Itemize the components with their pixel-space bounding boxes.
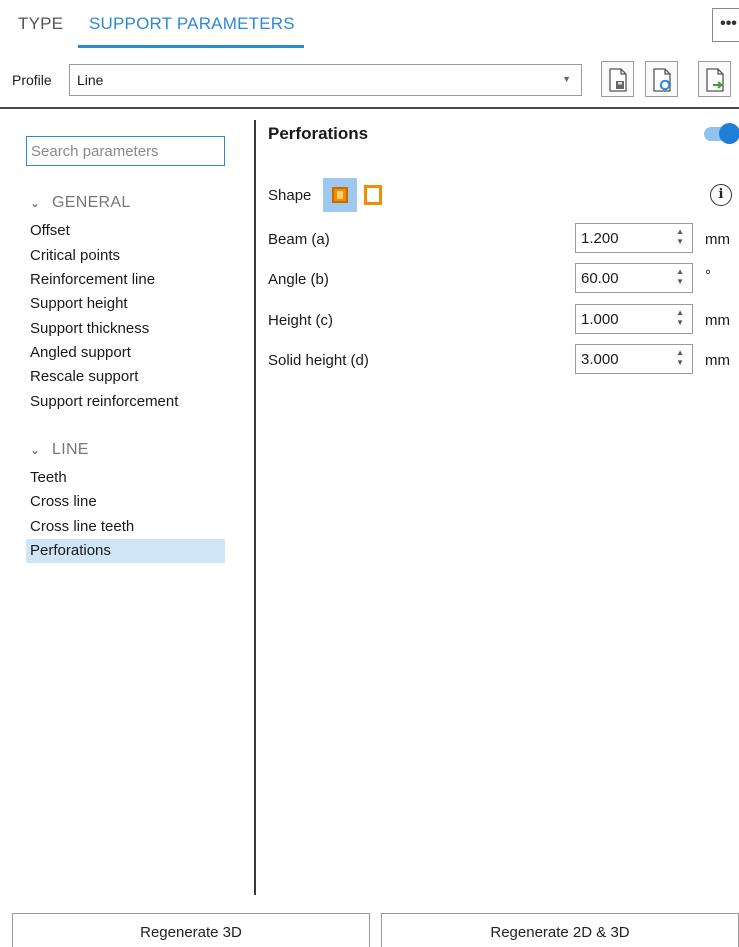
group-title: GENERAL <box>52 194 131 211</box>
param-item-offset[interactable]: Offset <box>26 219 225 243</box>
shape-option-rounded-button[interactable] <box>323 178 357 212</box>
save-profile-button[interactable] <box>601 61 634 97</box>
angle-label: Angle (b) <box>268 271 329 288</box>
beam-stepper[interactable]: 1.200 ▲ ▼ <box>575 223 693 253</box>
height-label: Height (c) <box>268 312 334 329</box>
save-document-icon <box>609 68 627 92</box>
solid-height-stepper[interactable]: 3.000 ▲ ▼ <box>575 344 693 374</box>
perforations-toggle[interactable] <box>704 123 739 144</box>
search-input[interactable] <box>27 137 224 165</box>
height-value: 1.000 <box>581 311 619 328</box>
section-title: Perforations <box>268 124 369 143</box>
angle-unit: ° <box>705 267 711 284</box>
param-item-angled-support[interactable]: Angled support <box>26 341 225 365</box>
param-item-perforations[interactable]: Perforations <box>26 539 225 563</box>
height-unit: mm <box>705 312 730 329</box>
spin-arrows-icon[interactable]: ▲ ▼ <box>676 348 684 368</box>
param-item-cross-line-teeth[interactable]: Cross line teeth <box>26 515 225 539</box>
param-item-cross-line[interactable]: Cross line <box>26 490 225 514</box>
shape-option-rectangle-button[interactable] <box>364 185 382 205</box>
beam-value: 1.200 <box>581 230 619 247</box>
beam-unit: mm <box>705 231 730 248</box>
tab-support-parameters[interactable]: SUPPORT PARAMETERS <box>89 14 295 34</box>
group-header-line[interactable]: ⌄ LINE <box>30 441 89 459</box>
solid-height-label: Solid height (d) <box>268 352 369 369</box>
export-document-icon <box>706 68 724 92</box>
group-title: LINE <box>52 441 89 458</box>
spin-arrows-icon[interactable]: ▲ ▼ <box>676 308 684 328</box>
param-item-support-height[interactable]: Support height <box>26 292 225 316</box>
param-item-support-thickness[interactable]: Support thickness <box>26 317 225 341</box>
param-item-teeth[interactable]: Teeth <box>26 466 225 490</box>
header-divider <box>0 107 739 109</box>
panel-divider <box>254 120 256 895</box>
angle-stepper[interactable]: 60.00 ▲ ▼ <box>575 263 693 293</box>
shape-label: Shape <box>268 187 312 204</box>
active-tab-indicator <box>78 45 304 48</box>
info-icon[interactable]: i <box>710 184 732 206</box>
group-header-general[interactable]: ⌄ GENERAL <box>30 194 131 212</box>
solid-height-unit: mm <box>705 352 730 369</box>
beam-label: Beam (a) <box>268 231 330 248</box>
solid-height-value: 3.000 <box>581 351 619 368</box>
height-stepper[interactable]: 1.000 ▲ ▼ <box>575 304 693 334</box>
export-profile-button[interactable] <box>698 61 731 97</box>
tab-bar: TYPE SUPPORT PARAMETERS ••• <box>0 0 739 50</box>
rounded-shape-icon <box>332 187 348 203</box>
spin-arrows-icon[interactable]: ▲ ▼ <box>676 267 684 287</box>
angle-value: 60.00 <box>581 270 619 287</box>
param-item-support-reinforcement[interactable]: Support reinforcement <box>26 390 225 414</box>
reload-document-icon <box>653 68 671 92</box>
param-item-critical-points[interactable]: Critical points <box>26 244 225 268</box>
profile-value: Line <box>77 72 104 88</box>
param-item-rescale-support[interactable]: Rescale support <box>26 365 225 389</box>
profile-label: Profile <box>12 72 52 88</box>
more-options-button[interactable]: ••• <box>712 8 739 42</box>
regenerate-2d-3d-button[interactable]: Regenerate 2D & 3D <box>381 913 739 947</box>
toggle-knob <box>719 123 739 144</box>
chevron-down-icon: ⌄ <box>30 196 41 210</box>
profile-select[interactable]: Line ▼ <box>69 64 582 96</box>
chevron-down-icon: ⌄ <box>30 443 41 457</box>
spin-arrows-icon[interactable]: ▲ ▼ <box>676 227 684 247</box>
param-item-reinforcement-line[interactable]: Reinforcement line <box>26 268 225 292</box>
tab-type[interactable]: TYPE <box>18 14 63 34</box>
reload-profile-button[interactable] <box>645 61 678 97</box>
regenerate-3d-button[interactable]: Regenerate 3D <box>12 913 370 947</box>
search-parameters-field[interactable] <box>26 136 225 166</box>
chevron-down-icon: ▼ <box>562 74 571 84</box>
